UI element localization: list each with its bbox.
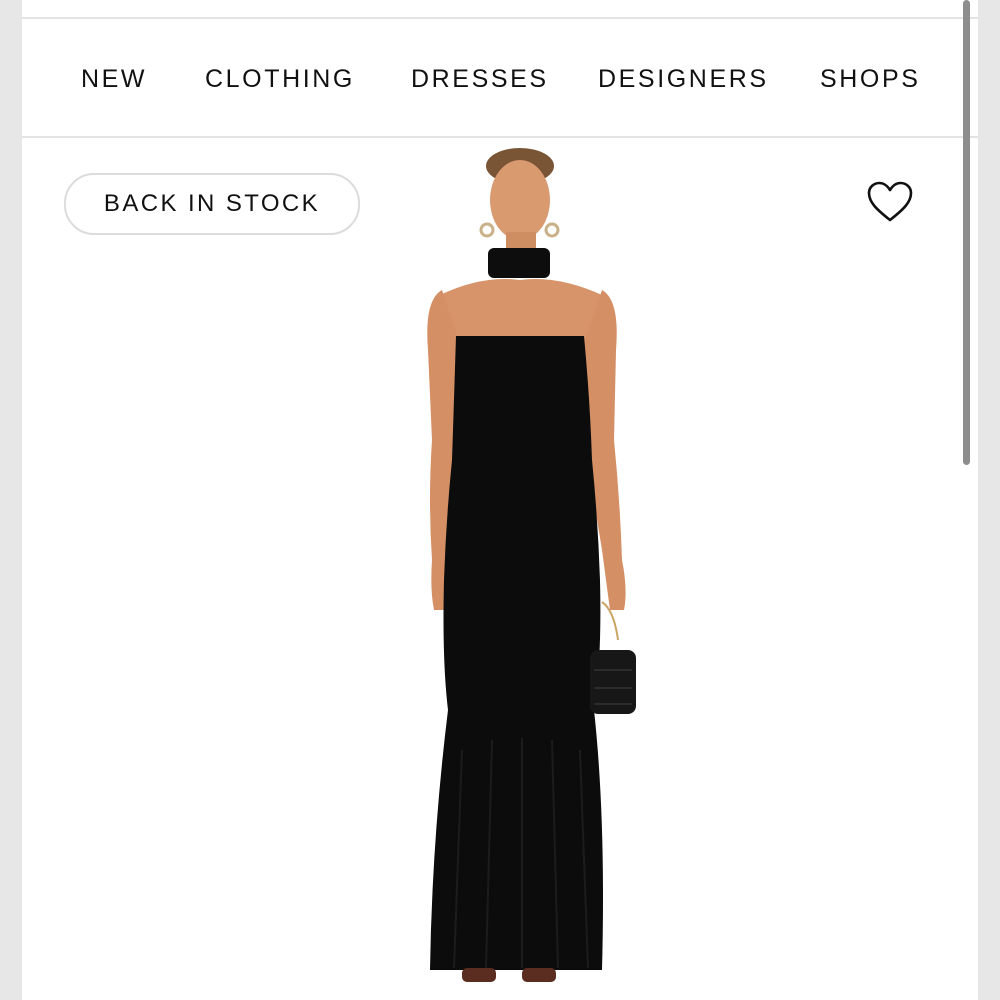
back-in-stock-badge: BACK IN STOCK [64,173,360,235]
nav-item-clothing[interactable]: CLOTHING [205,65,355,93]
black-gown [430,336,603,970]
heart-icon[interactable] [866,180,914,224]
nav-item-shops[interactable]: SHOPS [820,65,921,93]
scrollbar-thumb[interactable] [963,0,970,465]
shoe-left [462,968,496,982]
shoe-right [522,968,556,982]
model-shoulders [440,279,602,345]
nav-item-designers[interactable]: DESIGNERS [598,65,769,93]
nav-item-dresses[interactable]: DRESSES [411,65,549,93]
model-face [490,160,550,240]
earring-left [479,222,495,238]
product-image[interactable] [362,140,682,1000]
earring-right [544,222,560,238]
nav-item-new[interactable]: NEW [81,65,147,93]
choker-collar [488,248,550,278]
product-page: NEW CLOTHING DRESSES DESIGNERS SHOPS BAC… [22,0,978,1000]
main-navigation: NEW CLOTHING DRESSES DESIGNERS SHOPS [22,19,978,138]
top-header-strip [22,0,978,19]
